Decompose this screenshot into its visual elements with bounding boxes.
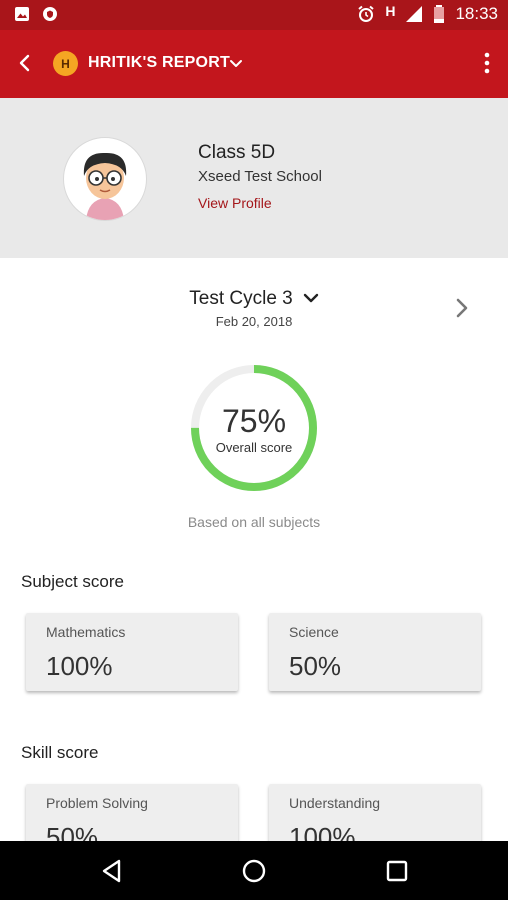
view-profile-link[interactable]: View Profile (198, 195, 272, 211)
subject-card-science[interactable]: Science 50% (269, 613, 481, 691)
nav-back-icon[interactable] (99, 858, 125, 884)
alarm-icon (358, 5, 374, 22)
boy-avatar-icon (83, 152, 127, 220)
overall-score-note: Based on all subjects (187, 514, 321, 530)
test-cycle-date: Feb 20, 2018 (215, 314, 293, 329)
status-left-icons (14, 6, 58, 22)
subject-card-value: 50% (289, 651, 342, 681)
student-avatar-badge[interactable]: H (53, 51, 78, 76)
shield-icon (43, 7, 57, 21)
class-name: Class 5D (198, 142, 276, 163)
app-bar: H HRITIK'S REPORT (0, 30, 508, 98)
nav-home-icon[interactable] (241, 858, 267, 884)
overall-score-value: 75% (221, 403, 287, 439)
network-type-label: H (385, 3, 396, 19)
subject-card-label: Mathematics (46, 624, 126, 640)
battery-icon (434, 5, 445, 23)
school-name: Xseed Test School (198, 168, 322, 185)
profile-section: Class 5D Xseed Test School View Profile (0, 98, 508, 258)
status-time: 18:33 (455, 4, 498, 23)
profile-avatar (63, 137, 147, 221)
more-vert-icon[interactable] (484, 52, 490, 74)
chevron-down-icon (303, 293, 318, 303)
signal-icon (406, 6, 423, 22)
test-cycle-title: Test Cycle 3 (189, 288, 293, 309)
subject-card-mathematics[interactable]: Mathematics 100% (26, 613, 238, 691)
nav-recents-icon[interactable] (384, 858, 410, 884)
system-nav-bar (0, 841, 508, 900)
status-bar: H 18:33 (0, 0, 508, 30)
chevron-down-icon[interactable] (228, 56, 244, 72)
skill-card-label: Understanding (289, 795, 381, 811)
subject-card-value: 100% (46, 651, 113, 681)
skill-card-label: Problem Solving (46, 795, 148, 811)
chevron-right-icon[interactable] (452, 296, 472, 320)
test-cycle-selector[interactable]: Test Cycle 3 (0, 288, 508, 310)
overall-score-label: Overall score (215, 440, 293, 455)
skill-score-title: Skill score (21, 743, 99, 762)
report-title[interactable]: HRITIK'S REPORT (88, 54, 230, 72)
back-icon[interactable] (14, 52, 36, 74)
status-right-icons: H 18:33 (357, 3, 498, 24)
gallery-icon (15, 7, 29, 21)
subject-score-title: Subject score (21, 572, 124, 591)
subject-card-label: Science (289, 624, 339, 640)
